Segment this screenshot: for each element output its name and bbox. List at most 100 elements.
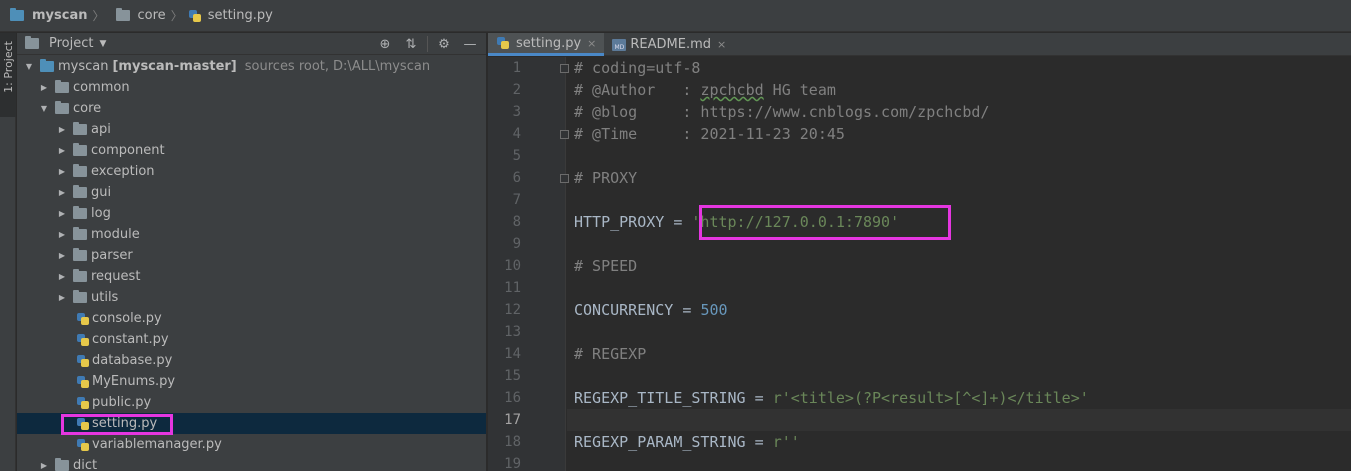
line-number: 4 (512, 126, 521, 142)
folder-icon (115, 8, 130, 21)
expanded-arrow-icon[interactable]: ▼ (39, 104, 49, 113)
tree-item-file[interactable]: constant.py (17, 329, 486, 350)
code-line-12: CONCURRENCY = 500 (574, 301, 728, 319)
tree-item-core[interactable]: ▼ core (17, 98, 486, 119)
project-panel: Project ▼ ⊕ ⇅ ⚙ — ▼ myscan [myscan-maste… (17, 33, 487, 471)
collapsed-arrow-icon[interactable]: ▶ (57, 209, 67, 218)
code-line-2: # @Author : zpchcbd HG team (574, 81, 836, 99)
folder-icon (55, 458, 69, 471)
folder-icon (73, 290, 87, 303)
project-tree: ▼ myscan [myscan-master] sources root, D… (17, 56, 486, 471)
folder-icon (73, 143, 87, 156)
python-file-icon (188, 9, 202, 23)
highlight-box-proxy-value (699, 205, 951, 240)
line-number: 7 (512, 192, 521, 208)
line-number: 5 (512, 148, 521, 164)
code-line-3: # @blog : https://www.cnblogs.com/zpchcb… (574, 103, 990, 121)
folder-icon (40, 59, 54, 72)
python-file-icon (76, 312, 90, 326)
project-tool-tab[interactable]: 1: Project (0, 33, 16, 117)
tree-item-common[interactable]: ▶ common (17, 77, 486, 98)
line-number-gutter: 1 2 3 4 5 6 7 8 9 10 11 12 13 14 15 16 1… (488, 57, 569, 471)
close-icon[interactable]: × (587, 37, 596, 50)
editor-tabbar: setting.py × MD README.md × (488, 33, 1351, 56)
project-view-dropdown[interactable]: Project ▼ (25, 36, 106, 51)
collapsed-arrow-icon[interactable]: ▶ (39, 461, 49, 470)
collapsed-arrow-icon[interactable]: ▶ (57, 230, 67, 239)
close-icon[interactable]: × (717, 38, 726, 51)
code-line-1: # coding=utf-8 (574, 59, 701, 77)
tree-item-file[interactable]: public.py (17, 392, 486, 413)
collapsed-arrow-icon[interactable]: ▶ (57, 125, 67, 134)
code-editor: setting.py × MD README.md × 1 2 3 4 5 6 … (488, 33, 1351, 471)
folder-icon (55, 101, 69, 114)
tab-readme-md[interactable]: MD README.md × (604, 33, 734, 56)
chevron-down-icon: ▼ (99, 38, 107, 49)
line-number: 10 (504, 258, 521, 274)
collapse-all-icon[interactable]: ⇅ (401, 34, 421, 54)
expanded-arrow-icon[interactable]: ▼ (24, 62, 34, 71)
line-number: 3 (512, 104, 521, 120)
tree-item-folder[interactable]: ▶ exception (17, 161, 486, 182)
line-number: 16 (504, 390, 521, 406)
folder-icon (55, 80, 69, 93)
hide-panel-icon[interactable]: — (460, 34, 480, 54)
line-number: 18 (504, 434, 521, 450)
locate-icon[interactable]: ⊕ (375, 34, 395, 54)
tree-item-folder[interactable]: ▶ parser (17, 245, 486, 266)
left-tool-strip: 1: Project (0, 33, 16, 471)
code-area[interactable]: # coding=utf-8 # @Author : zpchcbd HG te… (567, 57, 1351, 471)
code-line-18: REGEXP_PARAM_STRING = r'' (574, 433, 800, 451)
tree-item-folder[interactable]: ▶ module (17, 224, 486, 245)
python-file-icon (76, 375, 90, 389)
folder-icon (73, 248, 87, 261)
chevron-right-icon: 〉 (170, 9, 183, 23)
collapsed-arrow-icon[interactable]: ▶ (39, 83, 49, 92)
collapsed-arrow-icon[interactable]: ▶ (57, 188, 67, 197)
code-line-8: HTTP_PROXY = 'http://127.0.0.1:7890' (574, 213, 900, 231)
line-number: 14 (504, 346, 521, 362)
tree-item-folder[interactable]: ▶ request (17, 266, 486, 287)
folder-icon (73, 269, 87, 282)
tree-item-file[interactable]: database.py (17, 350, 486, 371)
tree-item-file[interactable]: variablemanager.py (17, 434, 486, 455)
code-line-4: # @Time : 2021-11-23 20:45 (574, 125, 845, 143)
python-file-icon (76, 396, 90, 410)
tree-item-file[interactable]: console.py (17, 308, 486, 329)
tree-item-folder[interactable]: ▶ log (17, 203, 486, 224)
breadcrumb-item-myscan[interactable]: myscan (4, 0, 88, 32)
tab-setting-py[interactable]: setting.py × (488, 33, 605, 56)
line-number: 1 (512, 60, 521, 76)
python-file-icon (76, 438, 90, 452)
collapsed-arrow-icon[interactable]: ▶ (57, 293, 67, 302)
collapsed-arrow-icon[interactable]: ▶ (57, 272, 67, 281)
tree-item-dict[interactable]: ▶ dict (17, 455, 486, 471)
folder-icon (73, 164, 87, 177)
tree-item-myscan-root[interactable]: ▼ myscan [myscan-master] sources root, D… (17, 56, 486, 77)
breadcrumb-item-setting[interactable]: setting.py (188, 0, 273, 32)
code-line-17-current (567, 409, 1351, 431)
line-number: 12 (504, 302, 521, 318)
python-file-icon (496, 36, 510, 50)
line-number: 8 (512, 214, 521, 230)
collapsed-arrow-icon[interactable]: ▶ (57, 167, 67, 176)
line-number: 2 (512, 82, 521, 98)
tree-item-file[interactable]: MyEnums.py (17, 371, 486, 392)
collapsed-arrow-icon[interactable]: ▶ (57, 251, 67, 260)
tree-item-folder[interactable]: ▶ component (17, 140, 486, 161)
code-line-10: # SPEED (574, 257, 638, 275)
tree-item-folder[interactable]: ▶ gui (17, 182, 486, 203)
project-icon (25, 36, 39, 49)
project-panel-header: Project ▼ ⊕ ⇅ ⚙ — (17, 33, 486, 55)
folder-icon (73, 122, 87, 135)
folder-icon (73, 227, 87, 240)
collapsed-arrow-icon[interactable]: ▶ (57, 146, 67, 155)
tree-item-folder[interactable]: ▶ api (17, 119, 486, 140)
breadcrumb-item-core[interactable]: core (110, 0, 166, 32)
line-number: 6 (512, 170, 521, 186)
chevron-right-icon: 〉 (92, 9, 105, 23)
code-line-16: REGEXP_TITLE_STRING = r'<title>(?P<resul… (574, 389, 1089, 407)
gear-icon[interactable]: ⚙ (434, 34, 454, 54)
tree-item-folder[interactable]: ▶ utils (17, 287, 486, 308)
panel-toolbar: ⊕ ⇅ ⚙ — (369, 33, 480, 55)
